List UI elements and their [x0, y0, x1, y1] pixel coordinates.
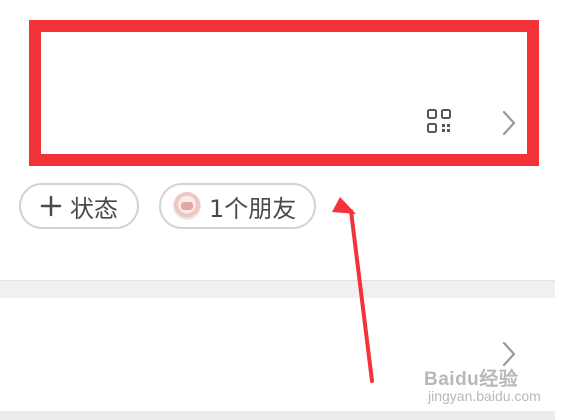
friends-label: 1个朋友 [209, 194, 297, 223]
watermark-main: Baidu经验 [424, 369, 519, 390]
status-label: 状态 [70, 194, 118, 223]
watermark-sub: jingyan.baidu.com [428, 388, 541, 404]
qr-code-icon[interactable] [427, 109, 451, 133]
avatar [173, 192, 201, 220]
watermark: Baidu经验 jingyan.baidu.com [424, 370, 541, 403]
highlight-box [29, 20, 539, 166]
chevron-right-icon[interactable] [500, 340, 518, 368]
status-chips: 状态 1个朋友 [19, 183, 317, 229]
section-divider [0, 280, 555, 298]
plus-icon [40, 195, 62, 217]
friends-button[interactable]: 1个朋友 [159, 183, 317, 229]
chevron-right-icon[interactable] [500, 109, 518, 137]
add-status-button[interactable]: 状态 [19, 183, 139, 229]
bottom-divider [0, 411, 555, 420]
